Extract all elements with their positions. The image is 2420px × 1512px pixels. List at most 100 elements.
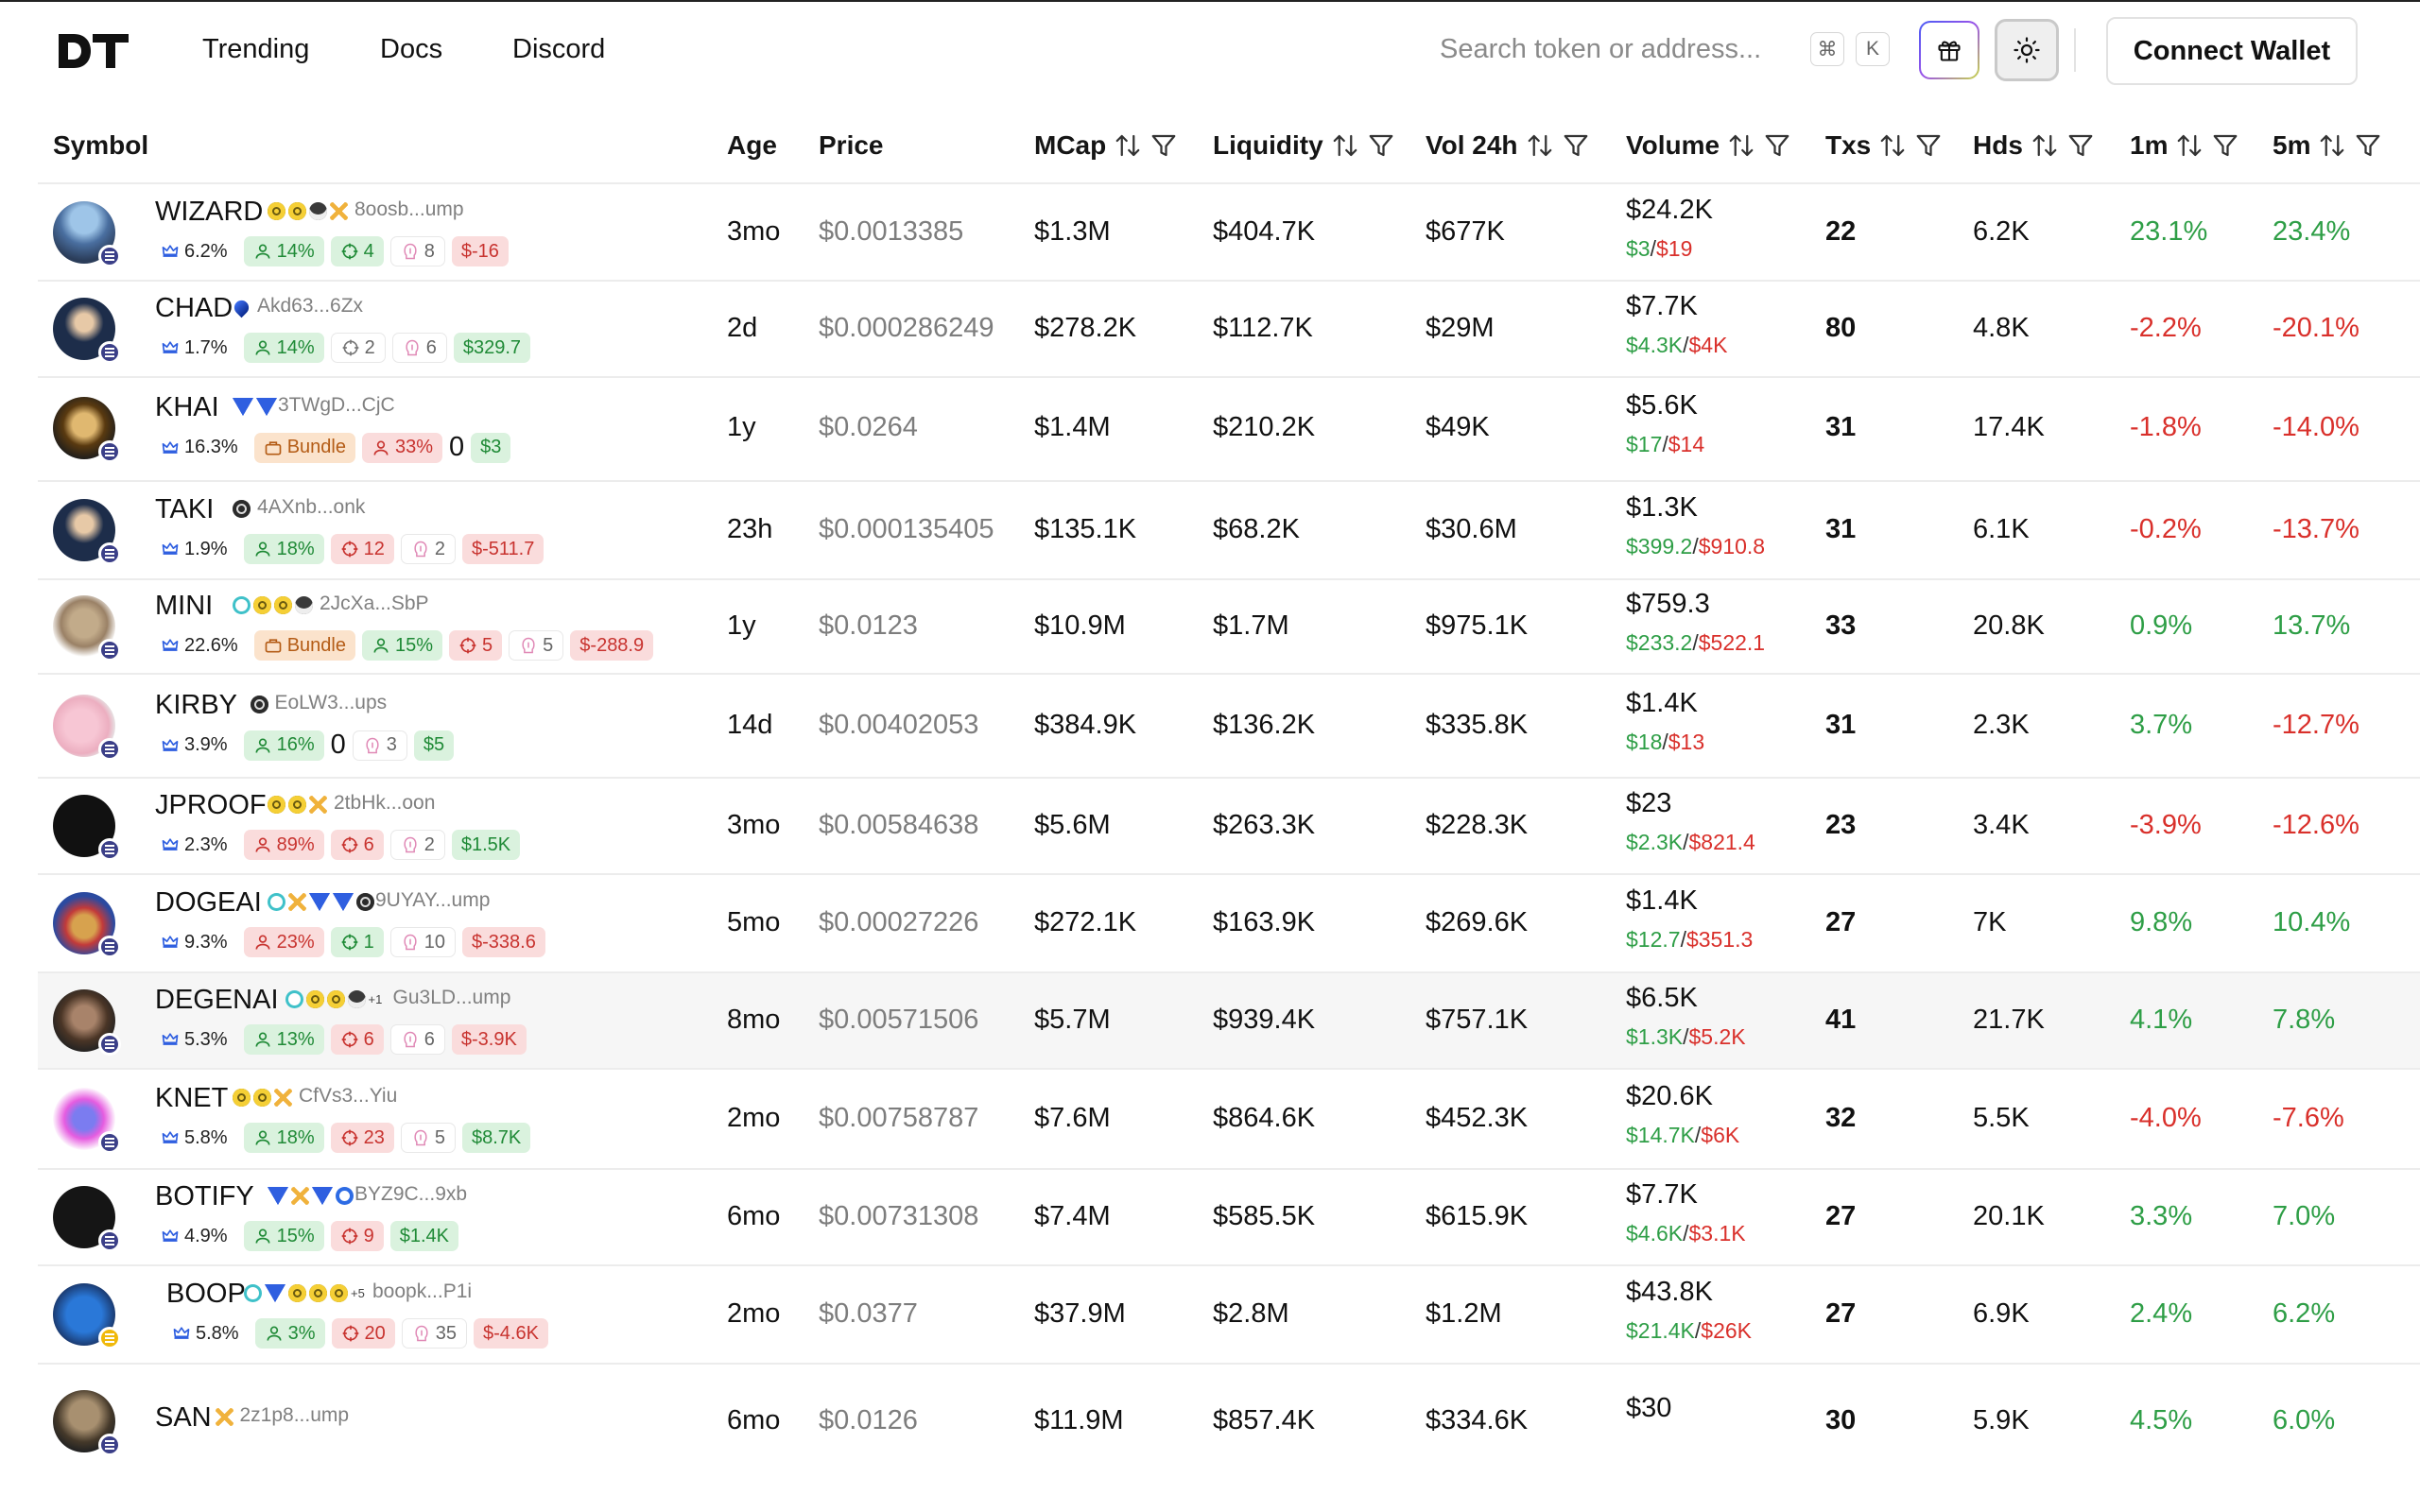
badge-holders[interactable]: 14% (243, 333, 324, 363)
badge-snipers[interactable]: 2 (330, 333, 386, 363)
x-icon[interactable] (309, 796, 327, 814)
table-row[interactable]: BOOP +5 boopk...P1i 5.8% 3% 20 35 $-4.6K 2mo $0.0… (38, 1266, 2420, 1363)
c-icon[interactable] (244, 1284, 262, 1302)
badge-insiders[interactable]: 6 (389, 1024, 445, 1055)
more-links-count[interactable]: +1 (369, 992, 383, 1006)
badge-snipers[interactable]: 9 (330, 1221, 384, 1251)
token-address[interactable]: CfVs3...Yiu (299, 1085, 397, 1108)
badge-crown[interactable]: 6.2% (155, 236, 237, 266)
badge-holders[interactable]: 3% (254, 1318, 325, 1349)
badge-pnl[interactable]: $-3.9K (451, 1024, 527, 1055)
pill-icon[interactable] (326, 990, 345, 1008)
column-header-liquidity[interactable]: Liquidity (1213, 130, 1395, 161)
badge-holders[interactable]: 16% (243, 730, 324, 761)
ring-icon[interactable] (336, 1187, 354, 1205)
column-header-1m[interactable]: 1m (2130, 130, 2239, 161)
badge-pnl[interactable]: $-4.6K (474, 1318, 548, 1349)
pill-icon[interactable] (288, 202, 306, 220)
c-icon[interactable] (233, 596, 251, 614)
table-row[interactable]: DEGENAI +1 Gu3LD...ump 5.3% 13% 6 6 $-3.9K 8mo $0… (38, 973, 2420, 1068)
filter-icon[interactable] (1562, 131, 1590, 160)
token-symbol[interactable]: WIZARD (155, 197, 263, 228)
badge-crown[interactable]: 22.6% (155, 630, 248, 661)
drop-icon[interactable] (231, 297, 252, 318)
badge-holders[interactable]: 18% (243, 1123, 324, 1153)
badge-insiders[interactable]: 2 (400, 534, 456, 564)
token-address[interactable]: Gu3LD...ump (393, 987, 511, 1009)
table-row[interactable]: DOGEAI 9UYAY...ump 9.3% 23% 1 10 $-338.6 5mo $0.… (38, 875, 2420, 971)
mtn-icon[interactable] (256, 398, 277, 416)
token-address[interactable]: 2z1p8...ump (240, 1404, 350, 1427)
dark-icon[interactable] (233, 500, 251, 518)
badge-insiders[interactable]: 3 (352, 730, 407, 761)
table-row[interactable]: BOTIFY BYZ9C...9xb 4.9% 15% 9 $1.4K 6mo $0.0073… (38, 1170, 2420, 1264)
token-address[interactable]: 3TWgD...CjC (278, 394, 395, 417)
token-address[interactable]: 9UYAY...ump (375, 889, 490, 912)
badge-crown[interactable]: 5.8% (155, 1123, 237, 1153)
badge-holders[interactable]: 23% (243, 927, 324, 957)
badge-holders[interactable]: 15% (362, 630, 443, 661)
connect-wallet-button[interactable]: Connect Wallet (2106, 17, 2358, 85)
filter-icon[interactable] (1914, 131, 1943, 160)
pill-icon[interactable] (288, 1284, 306, 1302)
table-row[interactable]: SAN 2z1p8...ump 6mo $0.0126 $11.9M $857.4K $33… (38, 1365, 2420, 1478)
x-icon[interactable] (330, 202, 348, 220)
token-symbol[interactable]: TAKI (155, 494, 214, 525)
badge-pnl[interactable]: $-338.6 (462, 927, 545, 957)
token-address[interactable]: 2JcXa...SbP (320, 593, 429, 615)
badge-crown[interactable]: 1.9% (155, 534, 237, 564)
token-address[interactable]: 2tbHk...oon (334, 792, 435, 815)
filter-icon[interactable] (2211, 131, 2239, 160)
token-symbol[interactable]: KHAI (155, 392, 219, 423)
badge-pnl[interactable]: $1.4K (389, 1221, 459, 1251)
x-icon[interactable] (215, 1408, 233, 1426)
table-row[interactable]: CHAD Akd63...6Zx 1.7% 14% 2 6 $329.7 2d $0.00028… (38, 282, 2420, 376)
badge-snipers[interactable]: 12 (330, 534, 394, 564)
nav-discord[interactable]: Discord (512, 34, 605, 65)
badge-pnl[interactable]: $-16 (451, 236, 509, 266)
token-symbol[interactable]: CHAD (155, 293, 233, 324)
mtn-icon[interactable] (268, 1187, 288, 1205)
c-icon[interactable] (268, 893, 285, 911)
column-header-hds[interactable]: Hds (1973, 130, 2095, 161)
more-links-count[interactable]: +5 (351, 1286, 365, 1300)
pill-icon[interactable] (305, 990, 324, 1008)
nav-trending[interactable]: Trending (202, 34, 309, 65)
sort-icon[interactable] (2175, 131, 2204, 160)
filter-icon[interactable] (1367, 131, 1395, 160)
mtn-icon[interactable] (265, 1284, 285, 1302)
badge-snipers[interactable]: 1 (330, 927, 384, 957)
column-header-mcap[interactable]: MCap (1034, 130, 1178, 161)
token-symbol[interactable]: KIRBY (155, 690, 237, 721)
pill-icon[interactable] (288, 796, 306, 814)
app-logo[interactable] (59, 32, 129, 70)
badge-pnl[interactable]: $3 (471, 432, 511, 463)
pill-icon[interactable] (253, 596, 271, 614)
web-icon[interactable] (347, 990, 366, 1008)
badge-crown[interactable]: 1.7% (155, 333, 237, 363)
badge-insiders[interactable]: 6 (391, 333, 447, 363)
badge-snipers[interactable]: 6 (330, 1024, 384, 1055)
sort-icon[interactable] (1727, 131, 1755, 160)
badge-snipers[interactable]: 23 (330, 1123, 394, 1153)
badge-crown[interactable]: 16.3% (155, 433, 248, 463)
table-row[interactable]: KNET CfVs3...Yiu 5.8% 18% 23 5 $8.7K 2mo $0.0075… (38, 1070, 2420, 1168)
dark-icon[interactable] (356, 893, 374, 911)
badge-holders[interactable]: 15% (243, 1221, 324, 1251)
sort-icon[interactable] (1878, 131, 1907, 160)
badge-insiders[interactable]: 10 (389, 927, 456, 957)
filter-icon[interactable] (1150, 131, 1178, 160)
pill-icon[interactable] (253, 1089, 271, 1107)
badge-holders[interactable]: 14% (243, 236, 324, 266)
token-address[interactable]: 4AXnb...onk (257, 496, 365, 519)
token-symbol[interactable]: JPROOF (155, 790, 267, 821)
table-row[interactable]: MINI 2JcXa...SbP 22.6% Bundle 15% 5 5 $-288.9 1y… (38, 580, 2420, 673)
token-symbol[interactable]: MINI (155, 591, 213, 622)
token-address[interactable]: BYZ9C...9xb (354, 1183, 467, 1206)
filter-icon[interactable] (2066, 131, 2095, 160)
sort-icon[interactable] (2318, 131, 2346, 160)
x-icon[interactable] (274, 1089, 292, 1107)
token-symbol[interactable]: BOTIFY (155, 1181, 254, 1212)
badge-holders[interactable]: 13% (243, 1024, 324, 1055)
badge-holders[interactable]: 89% (243, 830, 324, 860)
